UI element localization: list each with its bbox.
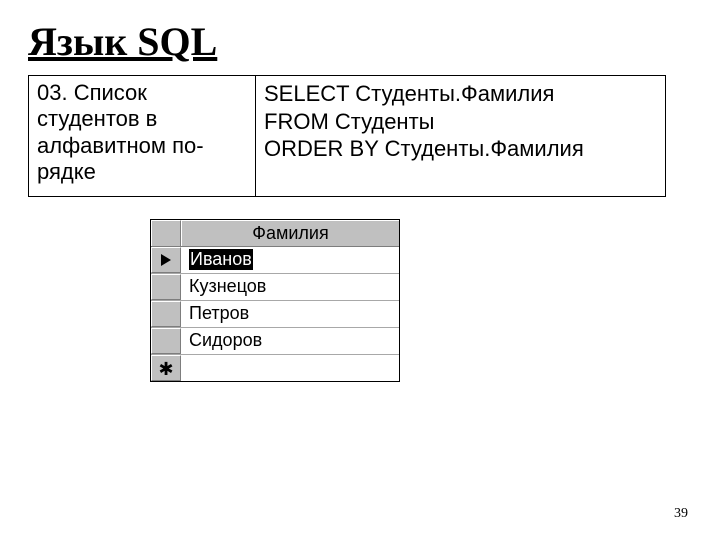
qa-question: 03. Список студентов в алфавитном по-ряд… (29, 76, 256, 196)
qa-table: 03. Список студентов в алфавитном по-ряд… (28, 75, 666, 197)
qa-sql: SELECT Студенты.Фамилия FROM Студенты OR… (256, 76, 665, 196)
cell[interactable]: Сидоров (181, 328, 399, 354)
page-number: 39 (674, 506, 688, 522)
sql-line: SELECT Студенты.Фамилия (264, 80, 657, 108)
row-selector[interactable] (151, 274, 181, 300)
table-row[interactable]: Петров (151, 301, 399, 328)
row-selector[interactable] (151, 301, 181, 327)
cell-value: Иванов (189, 249, 253, 270)
cell-value: Петров (189, 303, 249, 324)
cell[interactable]: Кузнецов (181, 274, 399, 300)
grid-header-row: Фамилия (151, 220, 399, 247)
corner-cell (151, 220, 181, 246)
row-selector-new[interactable]: ✱ (151, 355, 181, 381)
sql-line: FROM Студенты (264, 108, 657, 136)
table-row[interactable]: Сидоров (151, 328, 399, 355)
new-row-icon: ✱ (158, 360, 173, 378)
table-row-new[interactable]: ✱ (151, 355, 399, 381)
result-grid: Фамилия Иванов Кузнецов Петров (150, 219, 400, 382)
sql-line: ORDER BY Студенты.Фамилия (264, 135, 657, 163)
current-row-icon (161, 254, 171, 266)
table-row[interactable]: Иванов (151, 247, 399, 274)
row-selector[interactable] (151, 328, 181, 354)
slide: Язык SQL 03. Список студентов в алфавитн… (0, 0, 720, 540)
cell[interactable]: Иванов (181, 247, 399, 273)
cell-value: Кузнецов (189, 276, 266, 297)
page-title: Язык SQL (28, 18, 692, 65)
cell[interactable]: Петров (181, 301, 399, 327)
column-header[interactable]: Фамилия (181, 220, 399, 246)
row-selector-current[interactable] (151, 247, 181, 273)
cell-value: Сидоров (189, 330, 262, 351)
table-row[interactable]: Кузнецов (151, 274, 399, 301)
cell[interactable] (181, 355, 399, 381)
